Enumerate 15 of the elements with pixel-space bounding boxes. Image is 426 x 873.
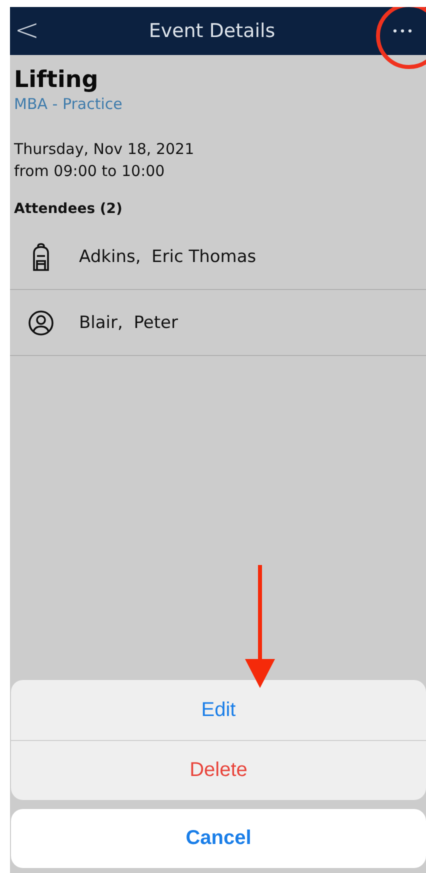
attendee-name: Adkins, Eric Thomas	[79, 246, 256, 266]
event-date: Thursday, Nov 18, 2021	[14, 139, 196, 160]
event-time: from 09:00 to 10:00	[14, 161, 166, 182]
event-group: MBA - Practice	[14, 95, 422, 113]
action-button[interactable]: Edit	[11, 680, 426, 740]
screen-title: Event Details	[148, 20, 276, 42]
event-title: Lifting	[14, 67, 100, 93]
attendee-name: Blair, Peter	[79, 312, 178, 332]
cancel-button[interactable]: Cancel	[11, 809, 426, 868]
back-button[interactable]: <	[10, 16, 44, 46]
backpack-icon	[30, 242, 52, 270]
more-button[interactable]: •••	[380, 24, 426, 38]
attendees-heading: Attendees (2)	[14, 201, 124, 217]
person-icon	[28, 310, 54, 336]
delete-button[interactable]: Delete	[11, 740, 426, 800]
